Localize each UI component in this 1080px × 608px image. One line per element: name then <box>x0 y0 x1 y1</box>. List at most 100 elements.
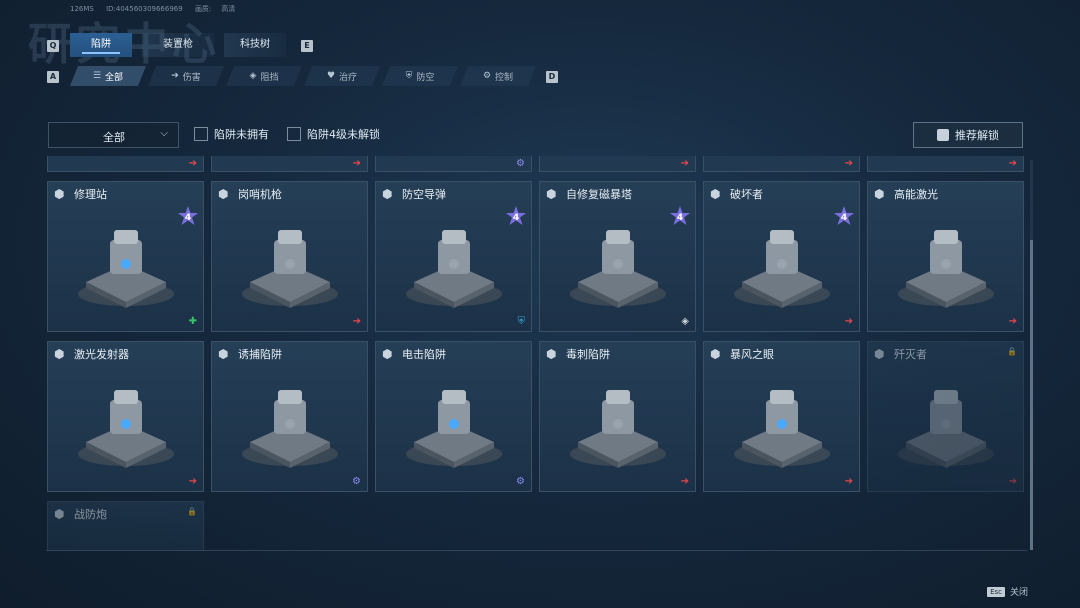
cube-icon: ⬢ <box>874 347 885 361</box>
filter-bar: ☰ 全部 ➔ 伤害 ◈ 阻挡 ♥ 治疗 ⛨ 防空 ⚙ 控制 <box>70 66 538 86</box>
trap-name: 战防炮 <box>74 508 107 521</box>
card-partial[interactable]: ➔ <box>539 156 696 172</box>
trap-art <box>406 390 502 468</box>
checkbox-box <box>194 127 208 141</box>
lock-icon: 🔒 <box>1007 347 1017 356</box>
dropdown-value: 全部 <box>103 131 125 144</box>
filter-0[interactable]: ☰ 全部 <box>70 66 146 86</box>
trap-card[interactable]: ⬢ 毒刺陷阱 ➔ <box>539 341 696 492</box>
key-a-hint[interactable]: A <box>47 71 59 83</box>
category-icon: ➔ <box>352 158 361 169</box>
trap-name: 诱捕陷阱 <box>238 348 282 361</box>
trap-card[interactable]: ⬢ 诱捕陷阱 ⚙ <box>211 341 368 492</box>
block-icon: ◈ <box>681 316 689 327</box>
trap-art <box>78 230 174 308</box>
trap-name: 毒刺陷阱 <box>566 348 610 361</box>
level4-locked-checkbox[interactable]: 陷阱4级未解锁 <box>287 126 380 142</box>
key-d-hint[interactable]: D <box>546 71 558 83</box>
gear-icon: ⚙ <box>482 71 492 81</box>
filter-2[interactable]: ◈ 阻挡 <box>226 66 302 86</box>
filter-label: 治疗 <box>339 72 358 83</box>
arrow-icon: ➔ <box>171 71 179 81</box>
cube-icon: ⬢ <box>218 347 229 361</box>
scrollbar-thumb[interactable] <box>1030 240 1033 550</box>
trap-card[interactable]: ⬢ 电击陷阱 ⚙ <box>375 341 532 492</box>
filter-3[interactable]: ♥ 治疗 <box>304 66 380 86</box>
tab-traps[interactable]: 陷阱 <box>70 33 132 57</box>
cube-icon: ⬢ <box>382 187 393 201</box>
checkbox-box <box>287 127 301 141</box>
cube-icon: ⬢ <box>546 187 557 201</box>
key-e-hint[interactable]: E <box>301 40 313 52</box>
tab-tech-tree[interactable]: 科技树 <box>224 33 286 57</box>
close-hint[interactable]: Esc 关闭 <box>987 585 1028 598</box>
trap-art <box>242 230 338 308</box>
category-icon: ➔ <box>188 158 197 169</box>
tab-devices[interactable]: 装置枪 <box>142 33 214 57</box>
cube-icon: ⬢ <box>54 347 65 361</box>
trap-card[interactable]: ⬢ 修理站 4 ✚ <box>47 181 204 332</box>
trap-card[interactable]: ⬢ 岗哨机枪 ➔ <box>211 181 368 332</box>
filter-4[interactable]: ⛨ 防空 <box>382 66 458 86</box>
trap-art <box>898 390 994 468</box>
scrollbar[interactable] <box>1030 160 1033 550</box>
trap-card[interactable]: ⬢ 激光发射器 ➔ <box>47 341 204 492</box>
arrow-icon: ➔ <box>680 476 689 487</box>
card-partial[interactable]: ➔ <box>47 156 204 172</box>
esc-key-icon: Esc <box>987 586 1005 597</box>
cube-icon: ⬢ <box>54 187 65 201</box>
checkbox-label: 陷阱未拥有 <box>214 128 269 141</box>
filter-5[interactable]: ⚙ 控制 <box>460 66 536 86</box>
trap-card[interactable]: ⬢ 战防炮 🔒 <box>47 501 204 550</box>
arrow-icon: ➔ <box>1008 316 1017 327</box>
checkbox-label: 陷阱4级未解锁 <box>307 128 380 141</box>
type-dropdown[interactable]: 全部 ⌵ <box>48 122 179 148</box>
card-partial[interactable]: ⚙ <box>375 156 532 172</box>
category-icon: ➔ <box>680 158 689 169</box>
cube-icon: ⬢ <box>218 187 229 201</box>
control-icon: ⚙ <box>352 476 361 487</box>
cube-icon: ⬢ <box>874 187 885 201</box>
trap-art <box>242 390 338 468</box>
air-shield-icon: ⛨ <box>405 71 413 81</box>
card-partial[interactable]: ➔ <box>703 156 860 172</box>
arrow-icon: ➔ <box>844 476 853 487</box>
category-icon: ⚙ <box>516 158 525 169</box>
trap-name: 激光发射器 <box>74 348 129 361</box>
heal-icon: ✚ <box>188 316 197 327</box>
thumbs-up-icon <box>937 129 949 141</box>
trap-card[interactable]: ⬢ 防空导弹 4 ⛨ <box>375 181 532 332</box>
recommend-unlock-button[interactable]: 推荐解锁 <box>913 122 1023 148</box>
trap-grid[interactable]: ➔ ➔ ⚙ ➔ ➔ ➔ ⬢ 修理站 4 ✚ ⬢ 岗哨机枪 ➔ ⬢ 防空导弹 4 ⛨ ⬢ 自修复磁暴塔 4 ◈ ⬢ 破坏者 4 ➔… <box>46 156 1027 551</box>
filter-1[interactable]: ➔ 伤害 <box>148 66 224 86</box>
filter-label: 阻挡 <box>260 72 279 83</box>
quality-label: 画质: <box>194 5 212 13</box>
trap-name: 歼灭者 <box>894 348 927 361</box>
arrow-icon: ➔ <box>844 316 853 327</box>
trap-art <box>734 230 830 308</box>
trap-art <box>570 390 666 468</box>
trap-card[interactable]: ⬢ 暴风之眼 ➔ <box>703 341 860 492</box>
trap-card[interactable]: ⬢ 破坏者 4 ➔ <box>703 181 860 332</box>
trap-art <box>734 390 830 468</box>
card-partial[interactable]: ➔ <box>867 156 1024 172</box>
trap-name: 电击陷阱 <box>402 348 446 361</box>
cube-icon: ⬢ <box>710 347 721 361</box>
cube-icon: ⬢ <box>382 347 393 361</box>
key-q-hint[interactable]: Q <box>47 40 59 52</box>
cube-icon: ⬢ <box>710 187 721 201</box>
uid-text: ID:404560309666969 <box>106 5 183 13</box>
cube-icon: ⬢ <box>54 507 65 521</box>
trap-card[interactable]: ⬢ 歼灭者 🔒 ➔ <box>867 341 1024 492</box>
card-partial[interactable]: ➔ <box>211 156 368 172</box>
recommend-label: 推荐解锁 <box>955 129 999 142</box>
status-meta: 126MS ID:404560309666969 画质: 高清 <box>70 4 245 14</box>
shield-icon: ◈ <box>249 71 257 81</box>
filter-label: 防空 <box>416 72 435 83</box>
category-icon: ➔ <box>1008 158 1017 169</box>
trap-art <box>78 390 174 468</box>
trap-card[interactable]: ⬢ 自修复磁暴塔 4 ◈ <box>539 181 696 332</box>
trap-card[interactable]: ⬢ 高能激光 ➔ <box>867 181 1024 332</box>
not-owned-checkbox[interactable]: 陷阱未拥有 <box>194 126 269 142</box>
filter-label: 伤害 <box>182 72 201 83</box>
